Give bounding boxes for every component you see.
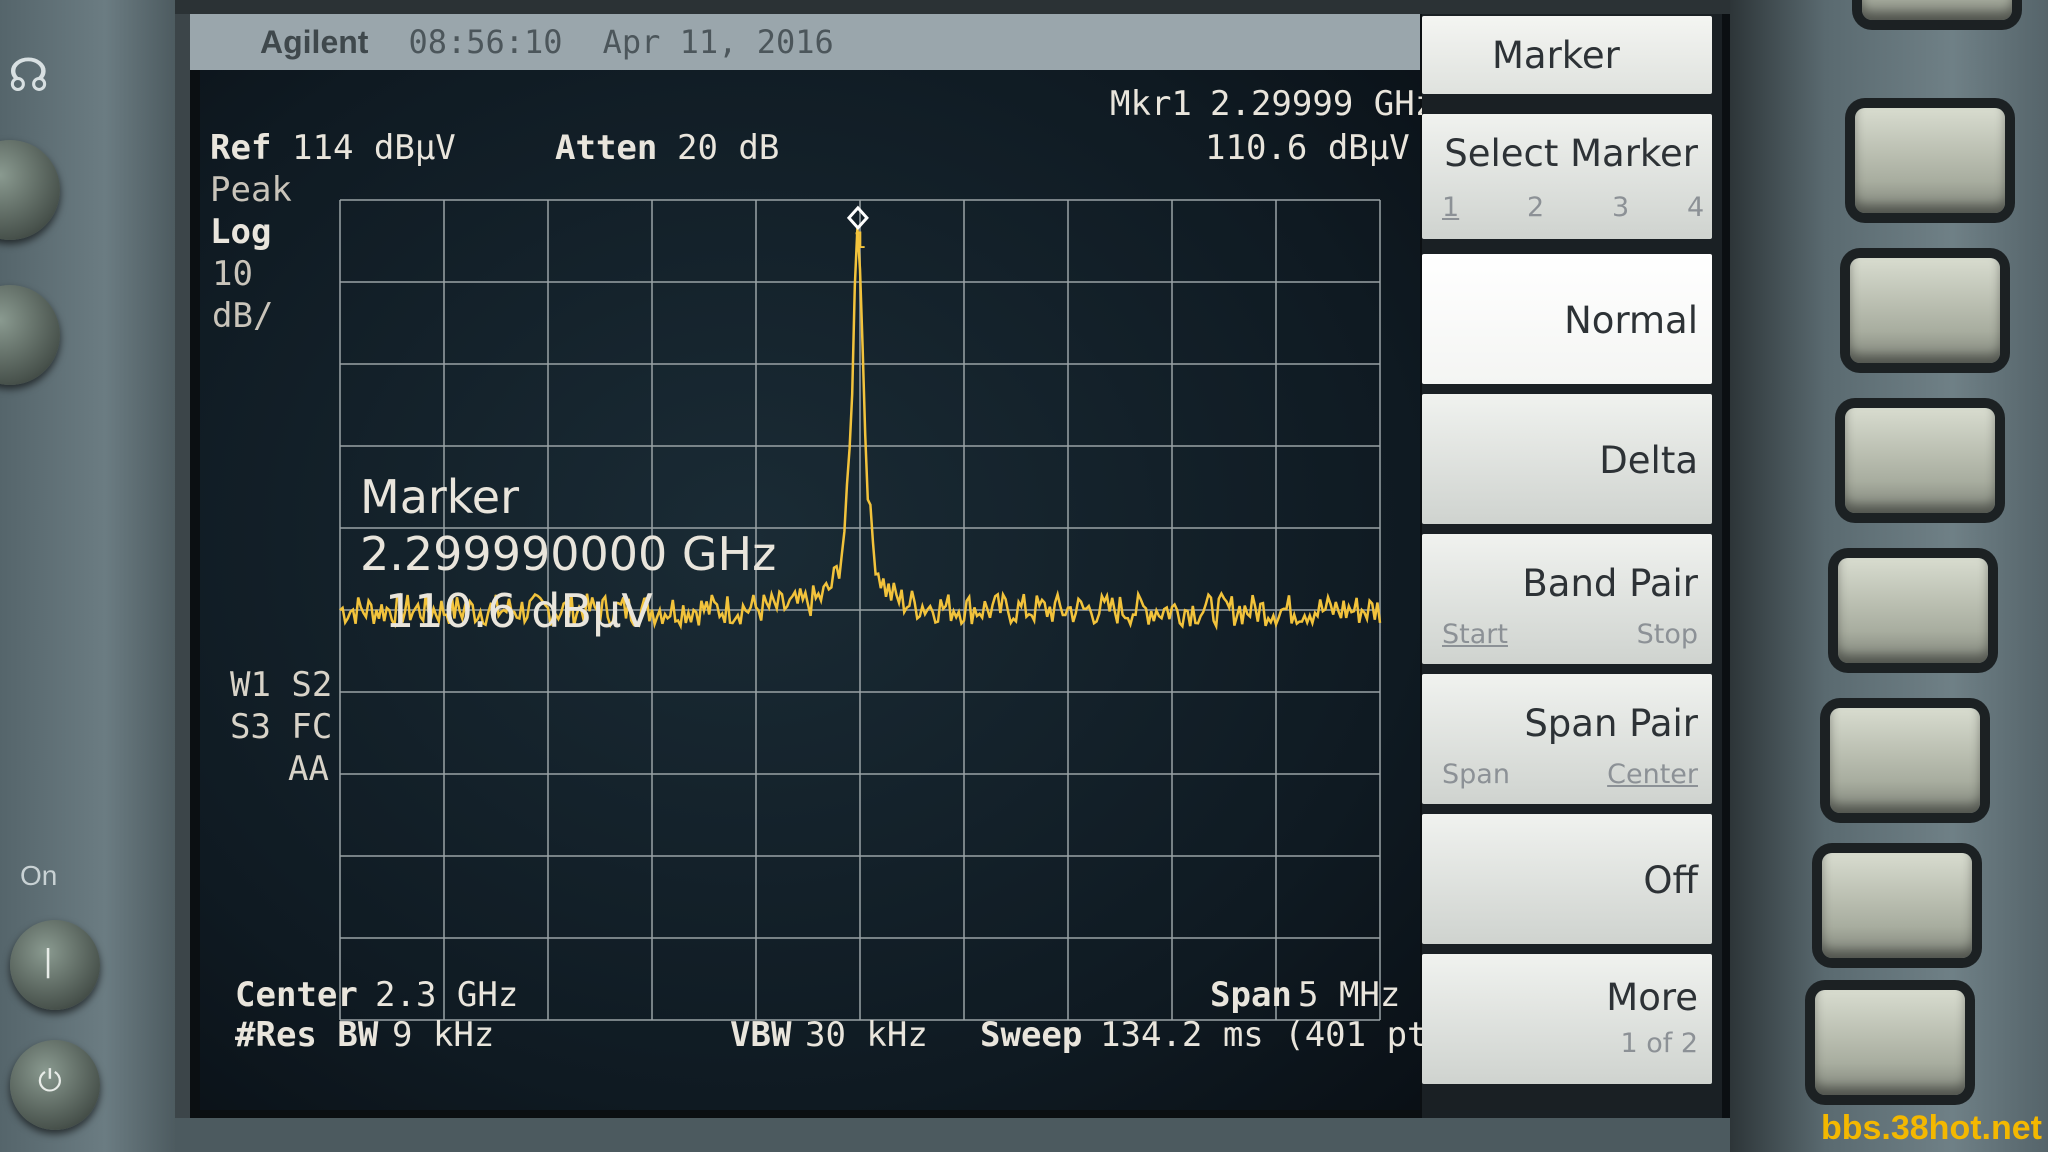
more-label: More — [1606, 976, 1698, 1019]
center-freq-value: 2.3 GHz — [375, 975, 519, 1015]
hardware-key-top[interactable] — [1862, 0, 2012, 20]
band-pair-softkey[interactable]: Band Pair Start Stop — [1422, 534, 1712, 664]
off-label: Off — [1643, 859, 1698, 902]
res-bw-label: #Res BW — [235, 1015, 379, 1055]
off-softkey[interactable]: Off — [1422, 814, 1712, 944]
atten-label: Atten — [555, 128, 658, 168]
marker-number-label: 1 — [853, 229, 866, 254]
softkey-panel: Marker Select Marker 1 2 3 4 Normal Delt… — [1422, 14, 1722, 1118]
instrument-top-bezel — [175, 0, 1730, 14]
power-line-icon: | — [43, 944, 54, 979]
hardware-softkey-5[interactable] — [1830, 708, 1980, 813]
softkey-menu-title: Marker — [1422, 16, 1712, 94]
delta-label: Delta — [1599, 439, 1698, 482]
normal-label: Normal — [1564, 299, 1698, 342]
scale-unit: dB/ — [212, 296, 274, 336]
ref-level-value: 114 dBµV — [292, 128, 456, 168]
watermark: bbs.38hot.net — [1820, 1109, 2042, 1147]
sweep-label: Sweep — [980, 1015, 1083, 1055]
select-marker-option-1[interactable]: 1 — [1442, 192, 1459, 223]
vbw-label: VBW — [730, 1015, 792, 1055]
marker-box-title: Marker — [360, 470, 520, 524]
instrument-bottom-bezel — [175, 1118, 1730, 1152]
atten-value: 20 dB — [677, 128, 780, 168]
on-button[interactable]: | — [10, 920, 100, 1010]
marker-box-frequency: 2.299990000 GHz — [360, 527, 777, 581]
hardware-softkey-6[interactable] — [1822, 853, 1972, 958]
speaker-icon: ☊ — [8, 48, 49, 102]
marker-box-amplitude: 110.6 dBµV — [385, 584, 653, 638]
analyzer-screen: Agilent 08:56:10 Apr 11, 2016 Ref 114 dB… — [190, 14, 1730, 1118]
sweep-value: 134.2 ms (401 pts) — [1100, 1015, 1469, 1055]
normal-softkey[interactable]: Normal — [1422, 254, 1712, 384]
scale-value: 10 — [212, 254, 253, 294]
span-pair-softkey[interactable]: Span Pair Span Center — [1422, 674, 1712, 804]
more-page-indicator: 1 of 2 — [1620, 1028, 1698, 1059]
span-pair-label: Span Pair — [1524, 702, 1698, 745]
delta-softkey[interactable]: Delta — [1422, 394, 1712, 524]
span-label: Span — [1210, 975, 1292, 1015]
standby-button[interactable]: ⏻ — [10, 1040, 100, 1130]
ref-level-label: Ref — [210, 128, 272, 168]
select-marker-option-4[interactable]: 4 — [1687, 192, 1704, 223]
trace-display: Ref 114 dBµV Atten 20 dB Mkr1 2.29999 GH… — [200, 70, 1468, 1110]
scale-type-label: Log — [210, 212, 272, 252]
vbw-value: 30 kHz — [805, 1015, 928, 1055]
select-marker-option-3[interactable]: 3 — [1612, 192, 1629, 223]
clock-time: 08:56:10 — [408, 23, 563, 61]
trace-flags-2: S3 FC — [230, 707, 333, 747]
span-pair-span: Span — [1442, 759, 1510, 790]
power-icon: ⏻ — [38, 1064, 62, 1099]
hardware-softkey-7[interactable] — [1815, 990, 1965, 1095]
band-pair-label: Band Pair — [1522, 562, 1698, 605]
marker-readout-frequency: 2.29999 GHz — [1210, 84, 1436, 124]
trace-flags-1: W1 S2 — [230, 665, 333, 705]
band-pair-start: Start — [1442, 619, 1508, 650]
more-softkey[interactable]: More 1 of 2 — [1422, 954, 1712, 1084]
power-on-label: On — [20, 860, 58, 891]
band-pair-stop: Stop — [1636, 619, 1698, 650]
span-value: 5 MHz — [1298, 975, 1401, 1015]
marker-readout-amplitude: 110.6 dBµV — [1205, 128, 1410, 168]
select-marker-softkey[interactable]: Select Marker 1 2 3 4 — [1422, 114, 1712, 239]
marker-diamond — [846, 205, 869, 231]
hardware-softkey-4[interactable] — [1838, 558, 1988, 663]
detector-label: Peak — [210, 170, 292, 210]
softkey-menu-title-label: Marker — [1492, 34, 1620, 77]
marker-readout-label: Mkr1 — [1110, 84, 1192, 124]
hardware-softkey-3[interactable] — [1845, 408, 1995, 513]
hardware-softkey-1[interactable] — [1855, 108, 2005, 213]
select-marker-option-2[interactable]: 2 — [1527, 192, 1544, 223]
brand-label: Agilent — [260, 23, 369, 60]
select-marker-label: Select Marker — [1444, 132, 1698, 175]
span-pair-center: Center — [1607, 759, 1698, 790]
center-freq-label: Center — [235, 975, 358, 1015]
clock-date: Apr 11, 2016 — [602, 23, 834, 61]
hardware-softkey-2[interactable] — [1850, 258, 2000, 363]
status-bar: Agilent 08:56:10 Apr 11, 2016 — [190, 14, 1420, 70]
res-bw-value: 9 kHz — [392, 1015, 495, 1055]
